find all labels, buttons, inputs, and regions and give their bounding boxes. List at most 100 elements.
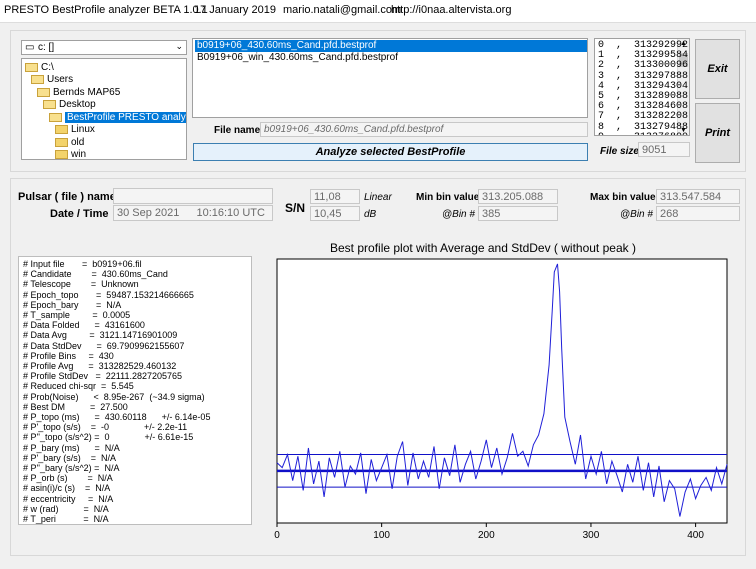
info-line: # Epoch_topo = 59487.153214666665 — [23, 289, 194, 300]
info-line: # P'_bary (s/s) = N/A — [23, 452, 116, 463]
analyze-button[interactable]: Analyze selected BestProfile — [193, 143, 588, 161]
profile-info-text[interactable]: # Input file = b0919+06.fil # Candidate =… — [18, 256, 252, 525]
info-line: # Data Avg = 3121.14716901009 — [23, 330, 178, 341]
drive-icon: ▭ — [25, 42, 35, 53]
bin-value-list[interactable]: ▲ ▼ 0 , 313292992 1 , 313299584 2 , 313300… — [594, 38, 690, 136]
x-tick-label: 0 — [274, 530, 280, 541]
info-line: # Profile StdDev = 22111.2827205765 — [23, 371, 183, 382]
sn-linear-field[interactable]: 11,08 — [310, 189, 360, 204]
max-bin-label: Max bin value — [590, 192, 656, 203]
tree-item-label: Desktop — [59, 99, 96, 110]
folder-icon — [55, 150, 68, 159]
file-size-label: File size — [600, 146, 639, 157]
folder-tree[interactable]: C:\ Users Bernds MAP65 Desktop BestProfile P… — [21, 58, 187, 160]
date-value: 30 Sep 2021 — [117, 207, 180, 219]
chevron-down-icon[interactable]: ⌄ — [175, 41, 183, 52]
min-bin-value-field[interactable]: 313.205.088 — [478, 189, 558, 204]
folder-icon — [43, 100, 56, 109]
folder-icon — [25, 62, 38, 72]
x-tick-label: 100 — [373, 530, 390, 541]
file-list-item[interactable]: b0919+06_430.60ms_Cand.pfd.bestprof — [195, 40, 587, 52]
file-name-label: File name — [214, 125, 261, 136]
author-email: mario.natali@gmail.com — [283, 4, 402, 16]
print-button[interactable]: Print — [695, 103, 740, 163]
info-line: # Epoch_bary = N/A — [23, 299, 122, 310]
info-line: # P_bary (ms) = N/A — [23, 442, 120, 453]
sn-db-unit: dB — [364, 209, 377, 220]
info-line: # P'_topo (s/s) = -0 +/- 2.2e-11 — [23, 422, 188, 433]
x-tick-label: 200 — [478, 530, 495, 541]
info-line: # Data Folded = 43161600 — [23, 320, 145, 331]
info-line: # asin(i)/c (s) = N/A — [23, 483, 111, 494]
info-line: # T_sample = 0.0005 — [23, 310, 131, 320]
tree-item[interactable]: BestProfile PRESTO analyzer 1.0.1.e — [49, 111, 186, 123]
sn-label: S/N — [285, 201, 306, 215]
tree-item[interactable]: C:\ — [25, 61, 54, 73]
folder-icon — [55, 125, 68, 134]
profile-chart: 0 100 200 300 400 — [274, 258, 728, 541]
pulsar-name-field[interactable] — [113, 188, 273, 204]
info-line: # eccentricity = N/A — [23, 493, 114, 504]
folder-icon — [37, 87, 50, 97]
tree-item[interactable]: win — [55, 149, 87, 160]
sn-db-field[interactable]: 10,45 — [310, 206, 360, 221]
folder-icon — [31, 75, 44, 84]
info-line: # Telescope = Unknown — [23, 279, 139, 290]
app-title: PRESTO BestProfile analyzer BETA 1.0.1 — [4, 4, 208, 16]
tree-item[interactable]: Bernds MAP65 — [37, 86, 120, 98]
drive-select[interactable]: ▭ c: [] ⌄ — [21, 40, 187, 55]
file-size-field[interactable]: 9051 — [638, 142, 690, 157]
info-line: # Profile Avg = 313282529.460132 — [23, 361, 177, 371]
max-bin-index-field[interactable]: 268 — [656, 206, 740, 221]
tree-item[interactable]: Users — [31, 74, 73, 86]
tree-item-label: Bernds MAP65 — [53, 86, 121, 98]
tree-item[interactable]: old — [55, 136, 84, 148]
tree-item-label: Linux — [71, 124, 95, 135]
info-line: # P_topo (ms) = 430.60118 +/- 6.14e-05 — [23, 412, 211, 422]
drive-value: c: [] — [38, 42, 55, 53]
tree-item-label: old — [71, 136, 85, 148]
folder-icon — [49, 112, 62, 122]
x-tick-label: 300 — [583, 530, 600, 541]
info-line: # T_peri = N/A — [23, 514, 109, 524]
folder-icon — [55, 137, 68, 147]
info-line: # Best DM = 27.500 — [23, 401, 128, 412]
min-bin-label: Min bin value — [416, 192, 480, 203]
sn-linear-unit: Linear — [364, 192, 392, 203]
info-line: # Prob(Noise) < 8.95e-267 (~34.9 sigma) — [23, 391, 205, 402]
x-tick-label: 400 — [687, 530, 704, 541]
file-name-field[interactable]: b0919+06_430.60ms_Cand.pfd.bestprof — [260, 122, 588, 137]
info-line: # Input file = b0919+06.fil — [23, 259, 142, 269]
bin-list-item[interactable]: 2 , 313300096 — [598, 61, 688, 71]
exit-button[interactable]: Exit — [695, 39, 740, 99]
tree-item[interactable]: Desktop — [43, 99, 96, 111]
info-line: # Data StdDev = 69.7909962155607 — [23, 340, 185, 351]
datetime-field[interactable]: 30 Sep 2021 10:16:10 UTC — [113, 205, 273, 221]
info-line: # Reduced chi-sqr = 5.545 — [23, 381, 134, 392]
info-line: # Profile Bins = 430 — [23, 350, 114, 361]
info-line: # P_orb (s) = N/A — [23, 473, 113, 484]
info-line: # w (rad) = N/A — [23, 503, 109, 514]
tree-item-label: C:\ — [41, 61, 54, 73]
title-bar: PRESTO BestProfile analyzer BETA 1.0.1 1… — [0, 0, 756, 23]
file-list-item[interactable]: B0919+06_win_430.60ms_Cand.pfd.bestprof — [195, 52, 400, 64]
max-bin-index-label: @Bin # — [620, 209, 653, 220]
info-line: # P''_bary (s/s^2) = N/A — [23, 463, 120, 473]
pulsar-name-label: Pulsar ( file ) name — [18, 191, 116, 203]
info-line: # P''_topo (s/s^2) = 0 +/- 6.61e-15 — [23, 432, 194, 443]
file-list[interactable]: b0919+06_430.60ms_Cand.pfd.bestprof B0919… — [192, 38, 588, 118]
bin-list-item[interactable]: 7 , 313282208 — [598, 112, 688, 122]
chart-title: Best profile plot with Average and StdDe… — [330, 241, 636, 255]
time-value: 10:16:10 UTC — [196, 207, 265, 219]
tree-item-label: BestProfile PRESTO analyzer 1.0.1.e — [65, 111, 186, 123]
datetime-label: Date / Time — [50, 208, 109, 220]
info-line: # Candidate = 430.60ms_Cand — [23, 269, 168, 280]
tree-item-label: win — [71, 149, 87, 160]
tree-item-label: Users — [47, 74, 74, 85]
app-date: 17 January 2019 — [194, 4, 276, 16]
max-bin-value-field[interactable]: 313.547.584 — [656, 189, 740, 204]
tree-item[interactable]: Linux — [55, 124, 95, 136]
author-url: http://i0naa.altervista.org — [391, 4, 512, 16]
bin-list-item[interactable]: 9 , 313276800 — [598, 132, 688, 135]
min-bin-index-field[interactable]: 385 — [478, 206, 558, 221]
